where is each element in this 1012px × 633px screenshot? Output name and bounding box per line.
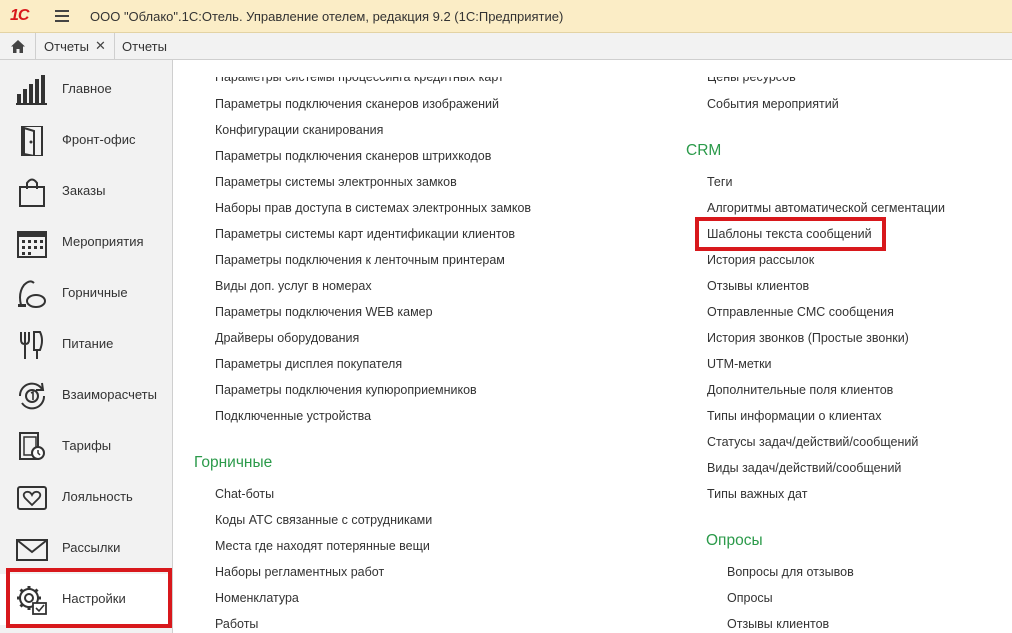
envelope-icon [16, 539, 48, 561]
settings-link[interactable]: Подключенные устройства [215, 409, 371, 423]
maids-link[interactable]: Номенклатура [215, 591, 299, 605]
settings-link[interactable]: Параметры системы карт идентификации кли… [215, 227, 515, 241]
sidebar-item-settings[interactable]: Настройки [0, 574, 172, 625]
section-crm: CRM [686, 142, 722, 159]
sidebar-item-label: Мероприятия [62, 234, 144, 249]
crm-link[interactable]: Отправленные СМС сообщения [707, 305, 894, 319]
settings-link[interactable]: Виды доп. услуг в номерах [215, 279, 372, 293]
sidebar-item-front-office[interactable]: Фронт-офис [0, 115, 172, 166]
polls-link[interactable]: Вопросы для отзывов [727, 565, 854, 579]
sidebar-item-tariffs[interactable]: Тарифы [0, 421, 172, 472]
gear-icon [17, 586, 47, 615]
events-link[interactable]: События мероприятий [707, 97, 839, 111]
bar-chart-icon [16, 75, 47, 105]
sidebar-item-maids[interactable]: Горничные [0, 268, 172, 319]
settings-link[interactable]: Наборы прав доступа в системах электронн… [215, 201, 531, 215]
sidebar-item-label: Настройки [62, 591, 126, 606]
crm-link[interactable]: Теги [707, 175, 732, 189]
tab-reports-1[interactable]: Отчеты ✕ [36, 33, 115, 59]
settings-link[interactable]: Параметры подключения сканеров штрихкодо… [215, 149, 491, 163]
sidebar-item-events[interactable]: Мероприятия [0, 217, 172, 268]
section-polls: Опросы [706, 532, 763, 549]
crm-link[interactable]: Дополнительные поля клиентов [707, 383, 893, 397]
home-button[interactable] [0, 33, 36, 59]
crm-link[interactable]: Шаблоны текста сообщений [707, 227, 872, 241]
sidebar-item-label: Горничные [62, 285, 128, 300]
sidebar-item-label: Лояльность [62, 489, 133, 504]
main-panel: Параметры системы процессинга кредитных … [174, 60, 1012, 633]
settings-link[interactable]: Конфигурации сканирования [215, 123, 383, 137]
link-cut-top-left[interactable]: Параметры системы процессинга кредитных … [215, 77, 504, 84]
link-cut-top-right[interactable]: Цены ресурсов [707, 77, 796, 84]
sidebar-item-label: Заказы [62, 183, 106, 198]
section-maids: Горничные [194, 454, 273, 471]
heart-icon [17, 486, 47, 510]
polls-link[interactable]: Опросы [727, 591, 773, 605]
sidebar-item-orders[interactable]: Заказы [0, 166, 172, 217]
crm-link[interactable]: Типы информации о клиентах [707, 409, 881, 423]
maids-link[interactable]: Коды АТС связанные с сотрудниками [215, 513, 432, 527]
sidebar: Главное Фронт-офис Заказы Мероприятия Го… [0, 60, 173, 633]
settings-link[interactable]: Параметры подключения купюроприемников [215, 383, 477, 397]
sidebar-item-loyalty[interactable]: Лояльность [0, 472, 172, 523]
sidebar-item-mailings[interactable]: Рассылки [0, 523, 172, 574]
fork-cup-icon [20, 331, 43, 359]
tabs-bar: Отчеты ✕ Отчеты [0, 33, 1012, 60]
close-icon[interactable]: ✕ [95, 38, 106, 54]
sidebar-item-label: Питание [62, 336, 114, 351]
maids-link[interactable]: Наборы регламентных работ [215, 565, 384, 579]
tab-reports-2[interactable]: Отчеты [114, 33, 175, 59]
home-icon [10, 39, 25, 53]
tab-label: Отчеты [44, 38, 89, 54]
tariff-icon [19, 432, 45, 460]
app-logo: 1С [10, 7, 29, 24]
calendar-icon [17, 231, 47, 258]
crm-link[interactable]: История звонков (Простые звонки) [707, 331, 909, 345]
maids-link[interactable]: Chat-боты [215, 487, 274, 501]
sidebar-item-label: Фронт-офис [62, 132, 136, 147]
crm-link[interactable]: Виды задач/действий/сообщений [707, 461, 901, 475]
crm-link[interactable]: Типы важных дат [707, 487, 807, 501]
sidebar-item-label: Взаиморасчеты [62, 387, 157, 402]
vacuum-icon [18, 280, 46, 308]
title-bar: 1С ООО "Облако".1С:Отель. Управление оте… [0, 0, 1012, 33]
main-menu-icon[interactable] [55, 10, 69, 22]
settings-link[interactable]: Параметры дисплея покупателя [215, 357, 402, 371]
sidebar-item-label: Главное [62, 81, 112, 96]
window-title: ООО "Облако".1С:Отель. Управление отелем… [90, 9, 564, 24]
maids-link[interactable]: Места где находят потерянные вещи [215, 539, 430, 553]
polls-link[interactable]: Отзывы клиентов [727, 617, 829, 631]
tab-label: Отчеты [122, 38, 167, 54]
crm-link[interactable]: UTM-метки [707, 357, 772, 371]
crm-link[interactable]: Алгоритмы автоматической сегментации [707, 201, 945, 215]
sidebar-item-label: Рассылки [62, 540, 121, 555]
sidebar-item-food[interactable]: Питание [0, 319, 172, 370]
crm-link[interactable]: Статусы задач/действий/сообщений [707, 435, 918, 449]
settings-link[interactable]: Параметры системы электронных замков [215, 175, 457, 189]
settings-link[interactable]: Параметры подключения сканеров изображен… [215, 97, 499, 111]
door-icon [21, 126, 43, 156]
sidebar-item-main[interactable]: Главное [0, 64, 172, 115]
settings-link[interactable]: Параметры подключения WEB камер [215, 305, 433, 319]
settings-link[interactable]: Параметры подключения к ленточным принте… [215, 253, 505, 267]
sidebar-item-settlements[interactable]: Взаиморасчеты [0, 370, 172, 421]
crm-link[interactable]: Отзывы клиентов [707, 279, 809, 293]
sidebar-item-label: Тарифы [62, 438, 112, 453]
refresh-coin-icon [18, 382, 46, 410]
settings-link[interactable]: Драйверы оборудования [215, 331, 359, 345]
maids-link[interactable]: Работы [215, 617, 258, 631]
shopping-bag-icon [19, 178, 45, 207]
crm-link[interactable]: История рассылок [707, 253, 814, 267]
